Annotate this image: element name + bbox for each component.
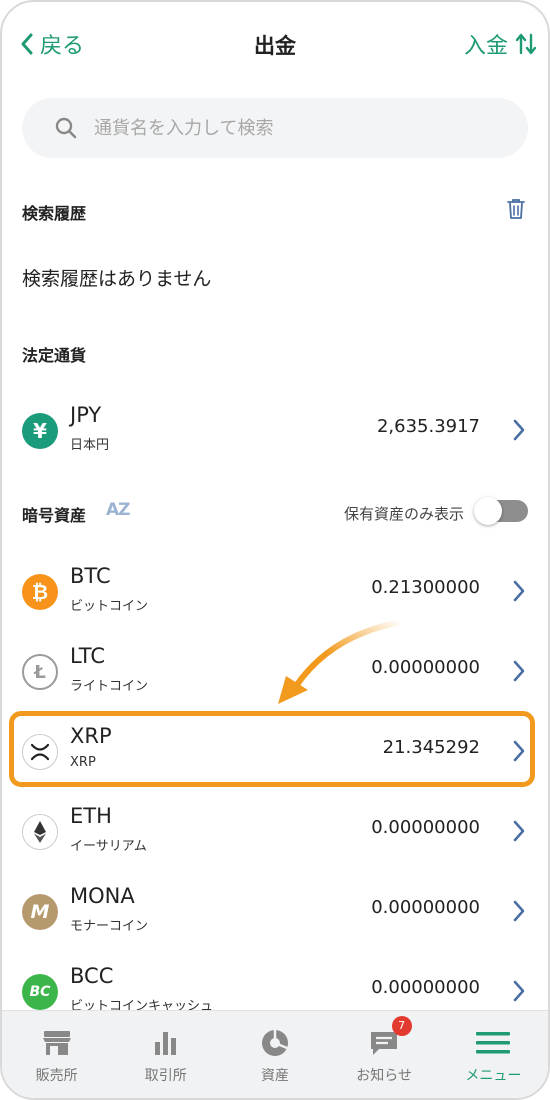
crypto-heading: 暗号資産 bbox=[22, 506, 87, 525]
currency-name: 日本円 bbox=[70, 438, 110, 453]
chevron-right-icon bbox=[513, 980, 525, 1002]
trash-icon bbox=[507, 199, 525, 219]
chevron-right-icon bbox=[513, 660, 525, 682]
currency-amount: 0.00000000 bbox=[371, 977, 480, 998]
bitcoin-cash-icon: BC bbox=[22, 974, 58, 1010]
annotation-arrow-icon bbox=[278, 619, 405, 704]
tab-menu[interactable]: メニュー bbox=[439, 1011, 548, 1098]
currency-name: ライトコイン bbox=[70, 679, 149, 694]
chevron-right-icon bbox=[513, 820, 525, 842]
pie-chart-icon bbox=[261, 1030, 288, 1056]
currency-row-eth[interactable]: ETH イーサリアム 0.00000000 bbox=[2, 792, 548, 872]
tab-label: お知らせ bbox=[356, 1068, 413, 1084]
header: 戻る 出金 入金 bbox=[2, 2, 548, 88]
tab-label: 取引所 bbox=[144, 1068, 187, 1084]
chevron-right-icon bbox=[513, 580, 525, 602]
holdings-only-label: 保有資産のみ表示 bbox=[343, 505, 464, 523]
ethereum-icon bbox=[22, 814, 58, 850]
chevron-right-icon bbox=[513, 419, 525, 441]
currency-symbol: ETH bbox=[70, 804, 112, 828]
tab-label: 資産 bbox=[260, 1068, 289, 1084]
tab-store[interactable]: 販売所 bbox=[2, 1011, 111, 1098]
bitcoin-icon: ₿ bbox=[22, 574, 58, 610]
menu-icon bbox=[476, 1032, 511, 1054]
currency-amount: 2,635.3917 bbox=[376, 416, 480, 437]
currency-amount: 0.21300000 bbox=[371, 577, 480, 598]
tab-label: メニュー bbox=[465, 1068, 522, 1084]
tab-assets[interactable]: 資産 bbox=[220, 1011, 329, 1098]
search-bar bbox=[22, 98, 528, 158]
currency-symbol: MONA bbox=[70, 884, 135, 908]
currency-symbol: LTC bbox=[70, 644, 106, 668]
clear-history-button[interactable] bbox=[506, 198, 526, 224]
litecoin-icon: Ł bbox=[22, 654, 58, 690]
currency-name: ビットコイン bbox=[70, 599, 149, 614]
yen-icon: ¥ bbox=[22, 413, 58, 449]
deposit-button[interactable]: 入金 bbox=[464, 28, 536, 60]
currency-symbol: BTC bbox=[70, 564, 111, 588]
deposit-label: 入金 bbox=[463, 34, 508, 59]
currency-symbol: BCC bbox=[70, 964, 114, 988]
fiat-heading: 法定通貨 bbox=[22, 346, 87, 365]
holdings-only-toggle[interactable] bbox=[474, 497, 528, 525]
history-heading: 検索履歴 bbox=[22, 204, 87, 223]
chevron-right-icon bbox=[513, 900, 525, 922]
currency-row-mona[interactable]: M MONA モナーコイン 0.00000000 bbox=[2, 872, 548, 952]
currency-amount: 0.00000000 bbox=[371, 817, 480, 838]
history-empty-text: 検索履歴はありません bbox=[22, 268, 212, 290]
search-input[interactable] bbox=[92, 116, 476, 140]
store-icon bbox=[42, 1031, 71, 1055]
currency-amount: 0.00000000 bbox=[371, 897, 480, 918]
bottom-tab-bar: 販売所 取引所 資産 7 お知らせ メニュー bbox=[2, 1010, 548, 1098]
tab-label: 販売所 bbox=[35, 1068, 78, 1084]
sort-az-icon[interactable]: AZ bbox=[106, 500, 131, 520]
search-icon bbox=[55, 117, 77, 139]
bar-chart-icon bbox=[154, 1032, 176, 1055]
monacoin-icon: M bbox=[22, 894, 58, 930]
notification-badge: 7 bbox=[391, 1016, 412, 1036]
currency-symbol: JPY bbox=[70, 403, 102, 427]
highlight-box bbox=[9, 711, 535, 787]
tab-notifications[interactable]: 7 お知らせ bbox=[330, 1011, 439, 1098]
swap-arrows-icon bbox=[516, 33, 536, 55]
currency-name: イーサリアム bbox=[70, 839, 147, 854]
currency-name: モナーコイン bbox=[70, 919, 149, 934]
currency-row-jpy[interactable]: ¥ JPY 日本円 2,635.3917 bbox=[2, 391, 548, 471]
app-frame: 戻る 出金 入金 検索履歴 検索履歴はありません 法定通貨 ¥ JPY 日本円 bbox=[0, 0, 550, 1100]
toggle-knob bbox=[474, 497, 502, 525]
tab-exchange[interactable]: 取引所 bbox=[111, 1011, 220, 1098]
